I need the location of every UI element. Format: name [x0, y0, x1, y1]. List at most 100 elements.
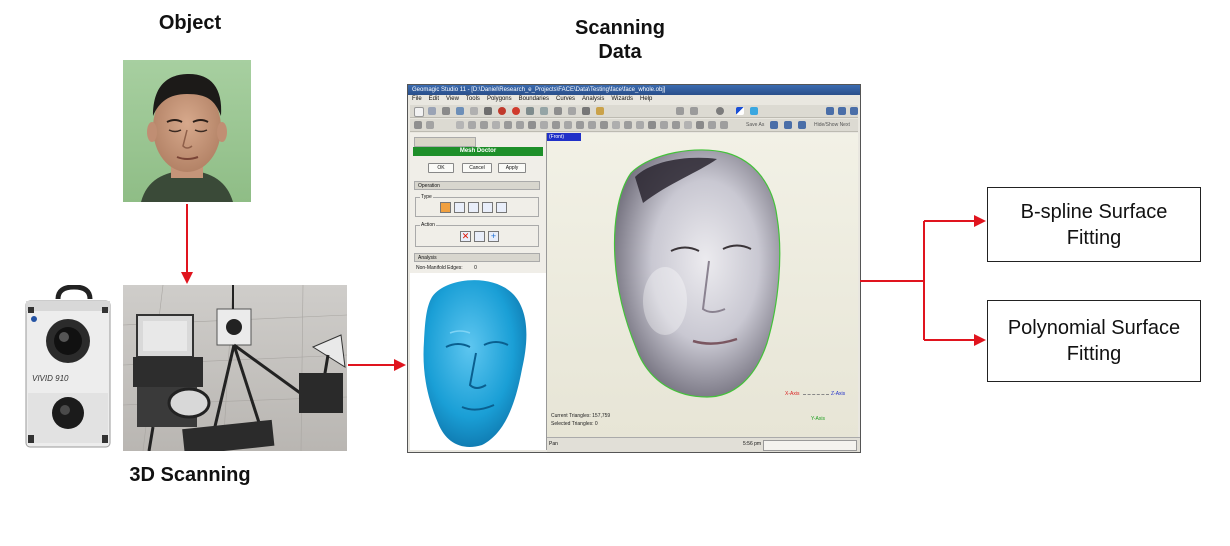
type-icon[interactable]: [454, 202, 465, 213]
tool-icon[interactable]: [456, 121, 464, 129]
object-label: Object: [158, 12, 222, 34]
software-toolbar-2: Save As Hide/Show Next: [410, 119, 858, 132]
delete-icon[interactable]: ✕: [460, 231, 471, 242]
b-spline-fitting-text: B-spline Surface Fitting: [1020, 200, 1168, 249]
tool-icon[interactable]: [456, 107, 464, 115]
tool-icon[interactable]: [588, 121, 596, 129]
status-time: 5:56 pm: [743, 441, 762, 447]
tool-icon[interactable]: [690, 107, 698, 115]
b-spline-fitting-box: B-spline Surface Fitting: [987, 187, 1201, 262]
tool-icon[interactable]: [716, 107, 724, 115]
tool-icon[interactable]: [428, 107, 436, 115]
menu-boundaries[interactable]: Boundaries: [519, 95, 549, 104]
menu-file[interactable]: File: [412, 95, 422, 104]
tool-icon[interactable]: [660, 121, 668, 129]
axis-line: [803, 394, 829, 395]
tool-icon[interactable]: [784, 121, 792, 129]
tool-icon[interactable]: [552, 121, 560, 129]
tool-icon[interactable]: [504, 121, 512, 129]
tool-icon[interactable]: [684, 121, 692, 129]
face-photo-illustration: [123, 60, 251, 202]
tool-icon[interactable]: [770, 121, 778, 129]
menu-wizards[interactable]: Wizards: [611, 95, 633, 104]
software-toolbar-1: [410, 105, 858, 118]
tool-icon[interactable]: [612, 121, 620, 129]
type-icon[interactable]: [440, 202, 451, 213]
tool-icon[interactable]: [442, 107, 450, 115]
tool-icon[interactable]: [708, 121, 716, 129]
tool-icon[interactable]: [720, 121, 728, 129]
tool-icon[interactable]: [480, 121, 488, 129]
tool-icon[interactable]: [576, 121, 584, 129]
tool-icon[interactable]: [498, 107, 506, 115]
tool-icon[interactable]: [636, 121, 644, 129]
software-title-bar: Geomagic Studio 11 - [D:\Daniel\Research…: [408, 85, 860, 95]
menu-help[interactable]: Help: [640, 95, 652, 104]
tool-icon[interactable]: [696, 121, 704, 129]
tool-icon[interactable]: [414, 121, 422, 129]
type-icon[interactable]: [468, 202, 479, 213]
panel-title: Mesh Doctor: [413, 147, 543, 156]
tool-icon[interactable]: [540, 121, 548, 129]
analysis-section[interactable]: Analysis: [414, 253, 540, 262]
tool-icon[interactable]: [516, 121, 524, 129]
toolbar-save-as-text[interactable]: Save As: [746, 122, 764, 128]
tool-icon[interactable]: [540, 107, 548, 115]
tool-icon[interactable]: [468, 121, 476, 129]
panel-tabs[interactable]: [414, 137, 476, 147]
action-icon[interactable]: [474, 231, 485, 242]
add-icon[interactable]: +: [488, 231, 499, 242]
tool-icon[interactable]: [426, 121, 434, 129]
non-manifold-label: Non-Manifold Edges:: [416, 265, 463, 271]
tool-icon[interactable]: [676, 107, 684, 115]
software-menu-bar: File Edit View Tools Polygons Boundaries…: [408, 95, 860, 104]
mesh-preview: [410, 273, 546, 450]
toolbar-hide-show-text[interactable]: Hide/Show Next: [814, 122, 850, 128]
tool-icon[interactable]: [568, 107, 576, 115]
tool-icon[interactable]: [736, 107, 744, 115]
tool-icon[interactable]: [624, 121, 632, 129]
polynomial-fitting-text: Polynomial Surface Fitting: [1007, 317, 1181, 365]
tool-icon[interactable]: [470, 107, 478, 115]
tool-icon[interactable]: [484, 107, 492, 115]
apply-button[interactable]: Apply: [498, 163, 526, 173]
tool-icon[interactable]: [798, 121, 806, 129]
tool-icon[interactable]: [648, 121, 656, 129]
tool-icon[interactable]: [582, 107, 590, 115]
object-face-photo: [123, 60, 251, 202]
tool-icon[interactable]: [826, 107, 834, 115]
menu-polygons[interactable]: Polygons: [487, 95, 512, 104]
3d-viewport[interactable]: (Front) Current Triangles: 157,759 Selec…: [547, 133, 858, 437]
arrowhead-b-spline: [974, 215, 986, 227]
scanning-setup-illustration: [123, 285, 347, 451]
tool-icon[interactable]: [850, 107, 858, 115]
tool-icon[interactable]: [672, 121, 680, 129]
tool-icon[interactable]: [596, 107, 604, 115]
arrowhead-polynomial: [974, 334, 986, 346]
tool-icon[interactable]: [838, 107, 846, 115]
tool-icon[interactable]: [554, 107, 562, 115]
menu-edit[interactable]: Edit: [429, 95, 439, 104]
operation-section[interactable]: Operation: [414, 181, 540, 190]
type-group: Type: [415, 194, 539, 217]
cancel-button[interactable]: Cancel: [462, 163, 492, 173]
tool-icon[interactable]: [750, 107, 758, 115]
tool-icon[interactable]: [564, 121, 572, 129]
type-icon[interactable]: [482, 202, 493, 213]
polynomial-fitting-box: Polynomial Surface Fitting: [987, 300, 1201, 382]
tool-icon[interactable]: [528, 121, 536, 129]
mesh-doctor-panel: Mesh Doctor OK Cancel Apply Operation Ty…: [410, 133, 547, 450]
menu-view[interactable]: View: [446, 95, 459, 104]
tool-icon[interactable]: [492, 121, 500, 129]
menu-curves[interactable]: Curves: [556, 95, 575, 104]
scanning-software-window: Geomagic Studio 11 - [D:\Daniel\Research…: [407, 84, 861, 453]
tool-icon[interactable]: [414, 107, 424, 117]
tool-icon[interactable]: [600, 121, 608, 129]
menu-tools[interactable]: Tools: [466, 95, 480, 104]
type-icon[interactable]: [496, 202, 507, 213]
tool-icon[interactable]: [512, 107, 520, 115]
tool-icon[interactable]: [526, 107, 534, 115]
status-progress: [763, 440, 857, 451]
ok-button[interactable]: OK: [428, 163, 454, 173]
menu-analysis[interactable]: Analysis: [582, 95, 604, 104]
